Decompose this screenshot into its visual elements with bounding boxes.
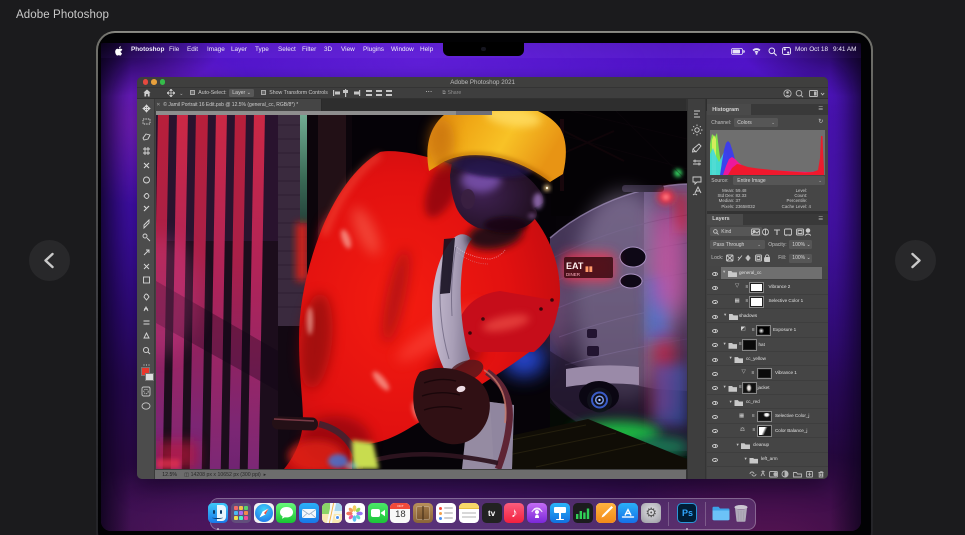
svg-text:DINER: DINER [566, 272, 581, 277]
svg-text:▮▮: ▮▮ [585, 266, 593, 273]
svg-text:EAT: EAT [566, 261, 584, 271]
